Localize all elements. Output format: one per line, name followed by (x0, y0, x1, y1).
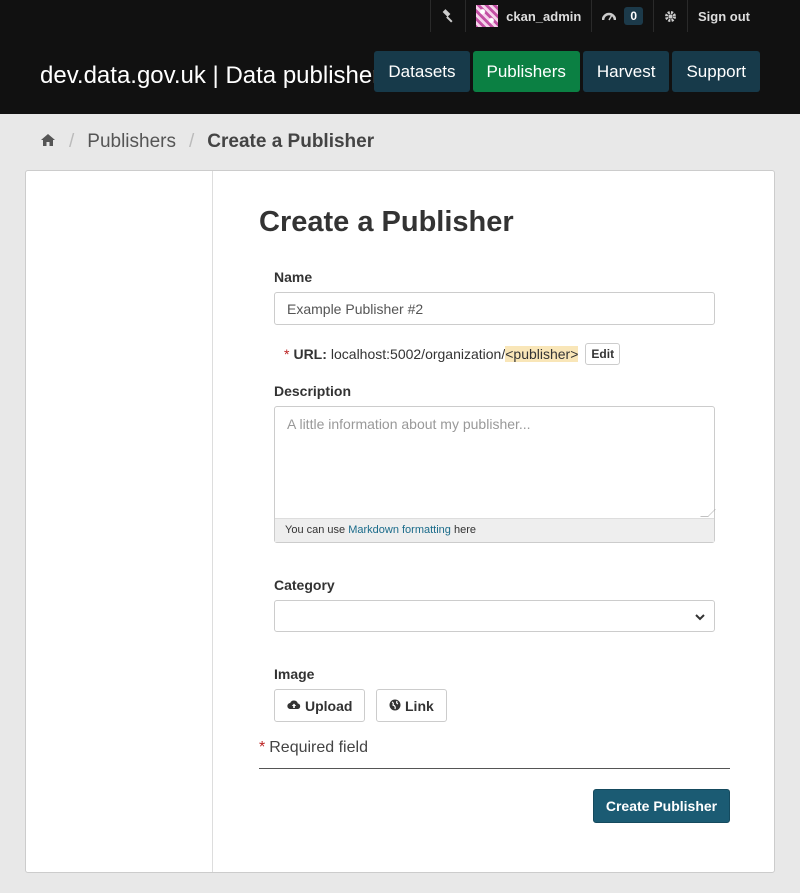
breadcrumb-separator: / (189, 131, 195, 152)
sidebar (26, 171, 213, 872)
breadcrumb: / Publishers / Create a Publisher (40, 131, 374, 153)
dashboard-icon (602, 10, 617, 22)
url-label: URL: (293, 346, 327, 362)
required-note-text: Required field (269, 739, 368, 756)
signout-link[interactable]: Sign out (687, 0, 800, 32)
create-publisher-button[interactable]: Create Publisher (593, 789, 730, 823)
name-value: Example Publisher #2 (287, 300, 424, 317)
main-nav: Datasets Publishers Harvest Support (374, 51, 760, 92)
description-placeholder: A little information about my publisher.… (287, 416, 531, 432)
gavel-icon (441, 9, 455, 23)
nav-support[interactable]: Support (672, 51, 760, 92)
content-panel: Create a Publisher Name Example Publishe… (25, 170, 775, 873)
sysadmin-link[interactable] (430, 0, 465, 32)
category-label: Category (274, 577, 335, 593)
nav-publishers[interactable]: Publishers (472, 51, 580, 92)
breadcrumb-separator: / (69, 131, 75, 152)
form-divider (259, 768, 730, 769)
link-button[interactable]: Link (376, 689, 447, 722)
image-label: Image (274, 666, 315, 682)
upload-button[interactable]: Upload (274, 689, 366, 722)
dashboard-count-badge: 0 (624, 7, 643, 25)
name-input[interactable]: Example Publisher #2 (274, 292, 715, 325)
name-label: Name (274, 269, 313, 285)
chevron-down-icon (694, 610, 706, 628)
markdown-hint-prefix: You can use (285, 524, 349, 536)
required-marker: * (284, 346, 290, 362)
url-slug: <publisher> (505, 346, 579, 362)
breadcrumb-publishers[interactable]: Publishers (87, 131, 176, 153)
masthead: ckan_admin 0 Sign out dev.data.gov.uk | … (0, 0, 800, 114)
settings-link[interactable] (653, 0, 687, 32)
markdown-hint: You can use Markdown formatting here (275, 518, 714, 542)
nav-harvest[interactable]: Harvest (582, 51, 670, 92)
user-link[interactable]: ckan_admin (465, 0, 591, 32)
cloud-upload-icon (287, 698, 305, 714)
upload-label: Upload (305, 697, 353, 714)
description-label: Description (274, 383, 352, 399)
category-select[interactable] (274, 600, 715, 632)
page-title: Create a Publisher (259, 206, 514, 238)
site-title[interactable]: dev.data.gov.uk | Data publisher (40, 62, 380, 90)
globe-icon (389, 698, 405, 714)
signout-label: Sign out (698, 8, 750, 24)
avatar (476, 5, 499, 27)
breadcrumb-current[interactable]: Create a Publisher (207, 131, 374, 153)
url-edit-button[interactable]: Edit (585, 343, 621, 365)
link-label: Link (405, 697, 434, 714)
required-field-note: * Required field (259, 739, 368, 757)
account-bar: ckan_admin 0 Sign out (430, 0, 800, 32)
markdown-hint-suffix: here (450, 524, 476, 536)
home-icon[interactable] (40, 131, 56, 153)
resize-handle[interactable] (700, 509, 716, 517)
required-marker: * (259, 739, 266, 756)
gear-icon (664, 10, 677, 23)
dashboard-link[interactable]: 0 (591, 0, 653, 32)
nav-datasets[interactable]: Datasets (374, 51, 470, 92)
username: ckan_admin (506, 8, 582, 24)
description-textarea[interactable]: A little information about my publisher.… (274, 406, 716, 543)
url-prefix: localhost:5002/organization/ (330, 346, 506, 362)
url-row: * URL: localhost:5002/organization/ <pub… (284, 343, 621, 365)
markdown-link[interactable]: Markdown formatting (348, 524, 451, 536)
